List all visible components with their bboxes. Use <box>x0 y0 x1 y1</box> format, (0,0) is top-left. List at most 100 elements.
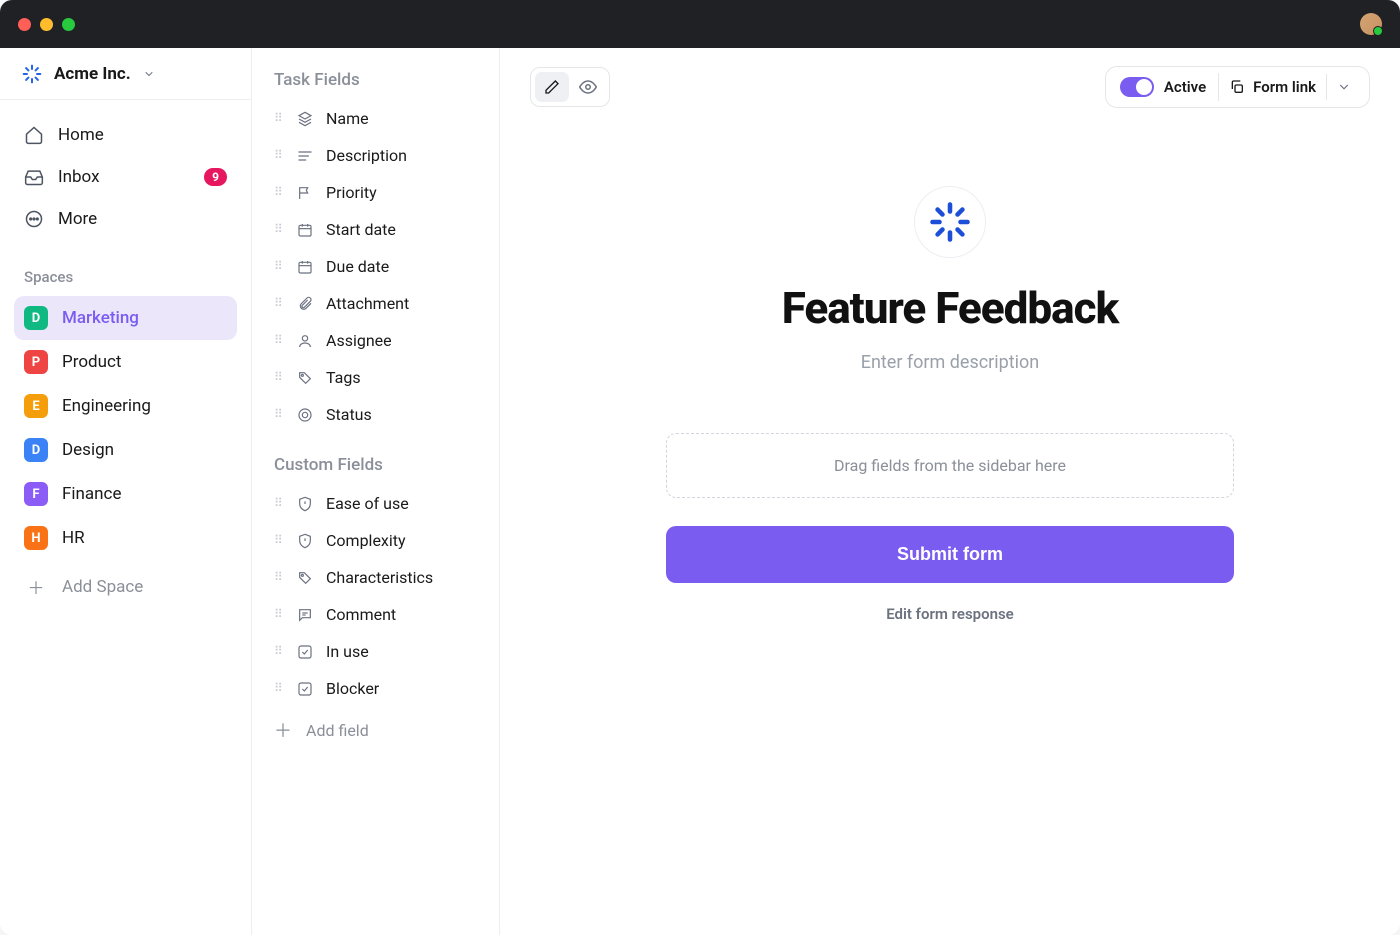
nav-home[interactable]: Home <box>14 114 237 156</box>
space-item-finance[interactable]: F Finance <box>14 472 237 516</box>
drag-handle-icon[interactable]: ⠿ <box>274 538 284 543</box>
drag-handle-icon[interactable]: ⠿ <box>274 649 284 654</box>
drag-handle-icon[interactable]: ⠿ <box>274 375 284 380</box>
space-icon: F <box>24 482 48 506</box>
add-space-label: Add Space <box>62 577 143 597</box>
drag-handle-icon[interactable]: ⠿ <box>274 153 284 158</box>
drag-handle-icon[interactable]: ⠿ <box>274 264 284 269</box>
drag-handle-icon[interactable]: ⠿ <box>274 612 284 617</box>
field-item-description[interactable]: ⠿ Description <box>252 137 499 174</box>
nav-inbox[interactable]: Inbox 9 <box>14 156 237 198</box>
add-field-label: Add field <box>306 721 369 740</box>
add-space-button[interactable]: ＋ Add Space <box>14 564 237 609</box>
drag-handle-icon[interactable]: ⠿ <box>274 686 284 691</box>
workspace-switcher[interactable]: Acme Inc. <box>0 48 251 100</box>
field-label: Priority <box>326 183 377 202</box>
flag-icon <box>296 184 314 202</box>
field-label: Start date <box>326 220 396 239</box>
nav-home-label: Home <box>58 125 104 145</box>
lines-icon <box>296 147 314 165</box>
space-item-marketing[interactable]: DMarketing <box>14 296 237 340</box>
active-toggle-label: Active <box>1164 78 1206 96</box>
user-avatar[interactable] <box>1360 13 1382 35</box>
form-title[interactable]: Feature Feedback <box>782 282 1119 334</box>
edit-form-response-link[interactable]: Edit form response <box>886 605 1014 623</box>
active-toggle[interactable] <box>1120 77 1154 97</box>
field-item-blocker[interactable]: ⠿ Blocker <box>252 670 499 707</box>
workspace-logo-icon <box>22 64 42 84</box>
copy-icon <box>1229 79 1245 95</box>
space-item-product[interactable]: P Product <box>14 340 237 384</box>
preview-mode-button[interactable] <box>571 72 605 102</box>
drag-handle-icon[interactable]: ⠿ <box>274 190 284 195</box>
drag-handle-icon[interactable]: ⠿ <box>274 501 284 506</box>
home-icon <box>24 125 44 145</box>
form-link-button[interactable]: Form link <box>1219 74 1327 100</box>
space-icon: H <box>24 526 48 550</box>
drag-handle-icon[interactable]: ⠿ <box>274 412 284 417</box>
space-label: HR <box>62 528 85 548</box>
maximize-window[interactable] <box>62 18 75 31</box>
field-item-ease-of-use[interactable]: ⠿ Ease of use <box>252 485 499 522</box>
submit-form-button[interactable]: Submit form <box>666 526 1234 583</box>
field-item-attachment[interactable]: ⠿Attachment <box>252 285 499 322</box>
field-label: Ease of use <box>326 494 409 513</box>
comment-icon <box>296 606 314 624</box>
field-item-in-use[interactable]: ⠿ In use <box>252 633 499 670</box>
target-icon <box>296 406 314 424</box>
space-icon: D <box>24 306 48 330</box>
space-item-hr[interactable]: H HR <box>14 516 237 560</box>
layers-icon <box>296 110 314 128</box>
space-label: Finance <box>62 484 121 504</box>
field-item-characteristics[interactable]: ⠿Characteristics <box>252 559 499 596</box>
close-window[interactable] <box>18 18 31 31</box>
space-label: Product <box>62 352 121 372</box>
space-icon: P <box>24 350 48 374</box>
edit-mode-button[interactable] <box>535 72 569 102</box>
fields-panel: Task Fields ⠿Name⠿Description⠿Priority⠿S… <box>252 48 500 935</box>
field-label: Due date <box>326 257 389 276</box>
drag-handle-icon[interactable]: ⠿ <box>274 575 284 580</box>
form-logo[interactable] <box>914 186 986 258</box>
nav-more[interactable]: More <box>14 198 237 240</box>
space-item-engineering[interactable]: EEngineering <box>14 384 237 428</box>
field-item-name[interactable]: ⠿Name <box>252 100 499 137</box>
drag-handle-icon[interactable]: ⠿ <box>274 116 284 121</box>
more-icon <box>24 209 44 229</box>
drag-handle-icon[interactable]: ⠿ <box>274 227 284 232</box>
check-icon <box>296 643 314 661</box>
field-label: Blocker <box>326 679 379 698</box>
field-label: In use <box>326 642 369 661</box>
nav-more-label: More <box>58 209 97 229</box>
field-item-assignee[interactable]: ⠿Assignee <box>252 322 499 359</box>
form-builder-canvas: Active Form link Feature Feedback Ente <box>500 48 1400 935</box>
mode-switch <box>530 67 610 107</box>
inbox-badge: 9 <box>204 168 227 186</box>
drag-handle-icon[interactable]: ⠿ <box>274 338 284 343</box>
form-options-dropdown[interactable] <box>1327 76 1361 98</box>
field-dropzone[interactable]: Drag fields from the sidebar here <box>666 433 1234 498</box>
field-item-tags[interactable]: ⠿Tags <box>252 359 499 396</box>
calendar-icon <box>296 258 314 276</box>
field-item-due-date[interactable]: ⠿ Due date <box>252 248 499 285</box>
minimize-window[interactable] <box>40 18 53 31</box>
field-item-comment[interactable]: ⠿ Comment <box>252 596 499 633</box>
chevron-down-icon <box>143 68 155 80</box>
field-item-start-date[interactable]: ⠿ Start date <box>252 211 499 248</box>
field-item-priority[interactable]: ⠿ Priority <box>252 174 499 211</box>
drag-handle-icon[interactable]: ⠿ <box>274 301 284 306</box>
plus-icon: ＋ <box>274 717 292 743</box>
field-item-complexity[interactable]: ⠿ Complexity <box>252 522 499 559</box>
add-field-button[interactable]: ＋ Add field <box>252 707 499 753</box>
shield-icon <box>296 495 314 513</box>
field-label: Complexity <box>326 531 406 550</box>
space-item-design[interactable]: DDesign <box>14 428 237 472</box>
titlebar <box>0 0 1400 48</box>
field-label: Description <box>326 146 407 165</box>
field-item-status[interactable]: ⠿Status <box>252 396 499 433</box>
field-label: Comment <box>326 605 396 624</box>
workspace-name: Acme Inc. <box>54 64 131 84</box>
form-description-placeholder[interactable]: Enter form description <box>861 352 1040 373</box>
check-icon <box>296 680 314 698</box>
task-fields-heading: Task Fields <box>252 70 499 100</box>
